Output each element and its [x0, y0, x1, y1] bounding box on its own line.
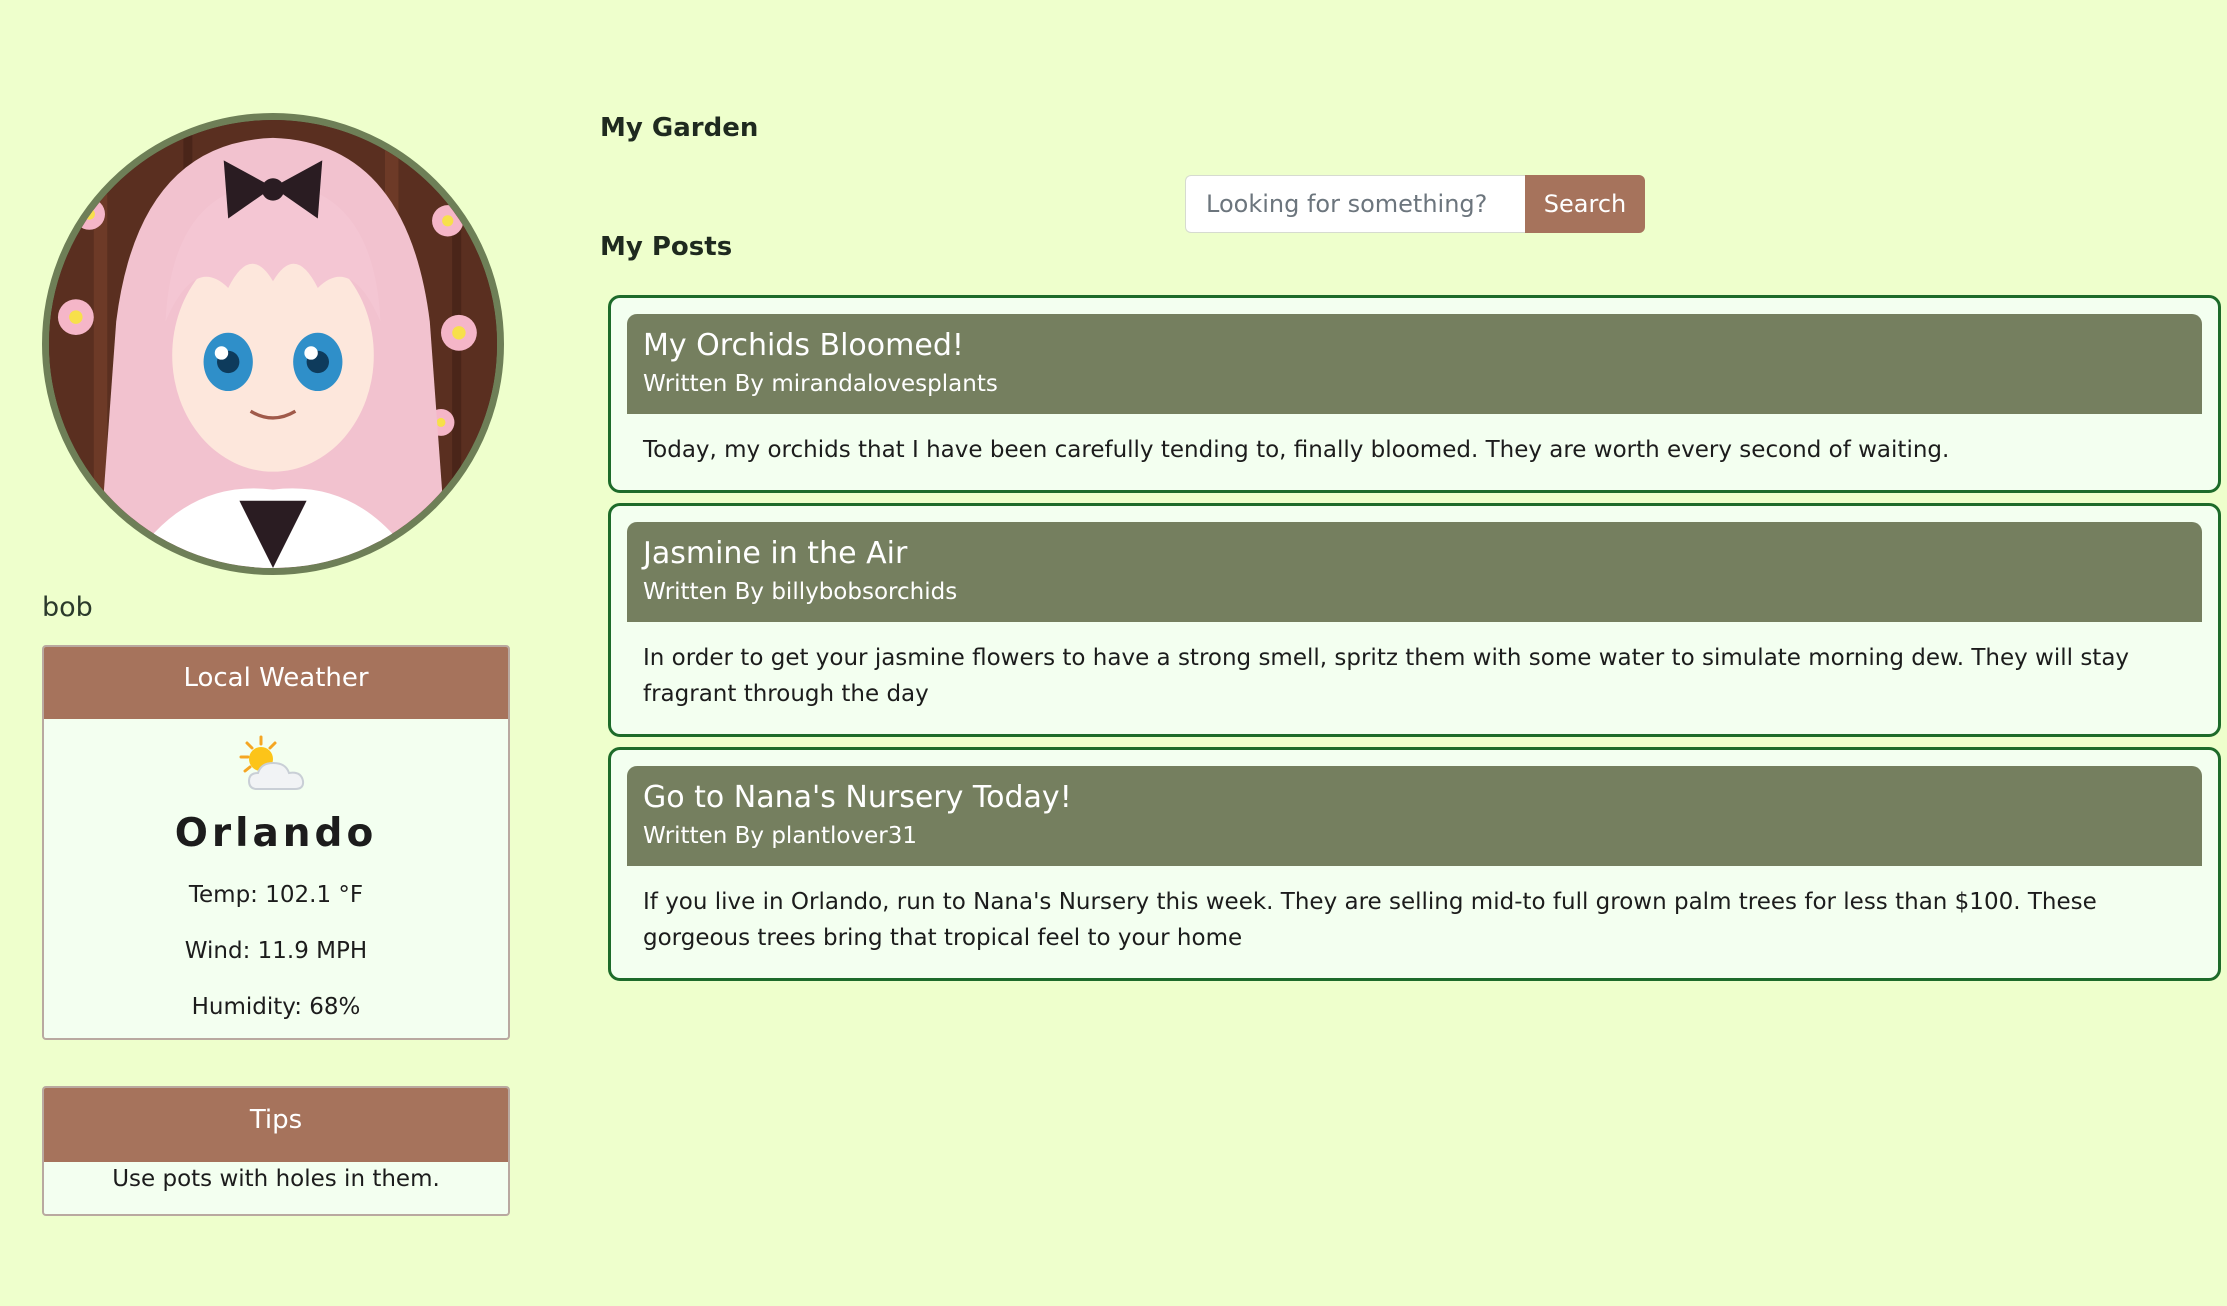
weather-humidity: Humidity: 68%: [191, 994, 361, 1020]
tips-card: Tips Use pots with holes in them.: [42, 1086, 510, 1216]
post-author: Written By plantlover31: [643, 823, 917, 849]
post-author: Written By mirandalovesplants: [643, 371, 998, 397]
search-bar: Search: [1185, 175, 1645, 233]
my-posts-title: My Posts: [600, 232, 733, 262]
weather-wind: Wind: 11.9 MPH: [184, 938, 368, 964]
weather-card-header: Local Weather: [44, 647, 508, 719]
weather-card: Local Weather Orlando Temp: 102.1 °F Win…: [42, 645, 510, 1040]
post-title: My Orchids Bloomed!: [643, 328, 964, 363]
tips-text: Use pots with holes in them.: [112, 1166, 440, 1192]
post-header: My Orchids Bloomed! Written By mirandalo…: [627, 314, 2202, 414]
search-button[interactable]: Search: [1525, 175, 1645, 233]
post-header: Jasmine in the Air Written By billybobso…: [627, 522, 2202, 622]
profile-sidebar: bob Local Weather Orlando Temp: 102.1 °F…: [42, 113, 512, 1216]
avatar-illustration: [49, 120, 497, 568]
post-body: In order to get your jasmine flowers to …: [643, 645, 2130, 707]
username: bob: [42, 592, 93, 623]
sun-behind-cloud-icon: [231, 731, 321, 803]
posts-list: My Orchids Bloomed! Written By mirandalo…: [608, 295, 2221, 991]
my-garden-title: My Garden: [600, 113, 759, 143]
post-body: Today, my orchids that I have been caref…: [643, 437, 1950, 463]
post-card[interactable]: My Orchids Bloomed! Written By mirandalo…: [608, 295, 2221, 493]
post-card[interactable]: Jasmine in the Air Written By billybobso…: [608, 503, 2221, 737]
post-header: Go to Nana's Nursery Today! Written By p…: [627, 766, 2202, 866]
post-title: Jasmine in the Air: [643, 536, 908, 571]
tips-card-header: Tips: [44, 1088, 508, 1162]
search-input[interactable]: [1185, 175, 1525, 233]
weather-city: Orlando: [174, 811, 378, 856]
post-body: If you live in Orlando, run to Nana's Nu…: [643, 889, 2097, 951]
post-author: Written By billybobsorchids: [643, 579, 958, 605]
weather-temp: Temp: 102.1 °F: [188, 882, 364, 908]
post-title: Go to Nana's Nursery Today!: [643, 780, 1072, 815]
weather-card-body: Orlando Temp: 102.1 °F Wind: 11.9 MPH Hu…: [44, 731, 508, 1038]
post-card[interactable]: Go to Nana's Nursery Today! Written By p…: [608, 747, 2221, 981]
profile-avatar: [42, 113, 504, 575]
